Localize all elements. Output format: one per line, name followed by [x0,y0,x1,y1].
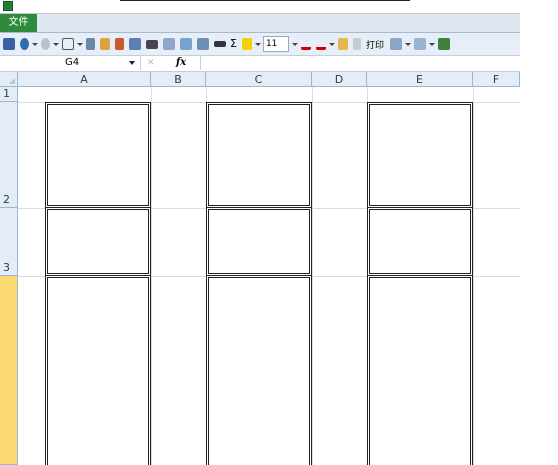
print-icon[interactable] [352,38,361,50]
merge-icon[interactable] [214,41,226,47]
gridline [151,87,152,465]
gridline [473,87,474,465]
row-header-2[interactable]: 2 [0,102,18,208]
bordered-cell-c2[interactable] [206,102,312,208]
sort-icon[interactable] [180,38,192,50]
redo-dropdown-icon[interactable] [53,42,59,46]
save-icon[interactable] [3,38,15,50]
font-color-dropdown-icon[interactable] [328,42,335,46]
paste-icon[interactable] [389,38,402,50]
column-header-d[interactable]: D [312,72,367,87]
align-icon[interactable] [146,39,158,49]
name-box[interactable]: G4 [0,56,141,70]
select-all-corner[interactable] [0,72,18,87]
shape-dropdown-icon[interactable] [428,42,435,46]
bordered-cell-e4[interactable] [367,275,473,465]
quick-access-toolbar: Σ 11 打印 [0,33,520,56]
ribbon-tab-bar: 文件 [0,14,520,33]
redo-icon[interactable] [41,38,50,50]
formula-bar: G4 ✕ fx [0,56,520,72]
formula-cancel-icon: ✕ [147,58,155,68]
excel-window: 文件 Σ 11 打印 G4 ✕ fx A B C D E F 1 2 3 [0,0,520,465]
paste-dropdown-icon[interactable] [404,42,411,46]
chevron-down-icon[interactable] [129,61,135,65]
gridline [312,87,313,465]
borders-dropdown-icon[interactable] [77,42,83,46]
picture-icon[interactable] [437,38,450,50]
table-icon[interactable] [129,38,141,50]
row-header-4[interactable] [0,276,18,465]
copy-icon[interactable] [337,38,348,50]
bordered-cell-e2[interactable] [367,102,473,208]
borders-icon[interactable] [62,38,74,50]
column-header-c[interactable]: C [206,72,312,87]
title-bar [0,0,520,14]
print-preview-icon[interactable] [100,38,110,50]
insert-function-button[interactable]: fx [176,56,186,70]
bordered-cell-a3[interactable] [45,207,151,276]
row-header-1[interactable]: 1 [0,87,18,102]
shape-icon[interactable] [413,38,426,50]
chart-icon[interactable] [163,38,175,50]
column-header-e[interactable]: E [367,72,473,87]
undo-dropdown-icon[interactable] [32,42,38,46]
row-header-3[interactable]: 3 [0,208,18,276]
formula-input[interactable] [200,56,520,70]
tab-file[interactable]: 文件 [0,14,37,32]
column-header-f[interactable]: F [473,72,520,87]
fill-color-icon[interactable] [241,38,252,50]
print-label[interactable]: 打印 [366,38,384,51]
excel-app-icon[interactable] [3,1,13,11]
column-header-a[interactable]: A [18,72,151,87]
filter-icon[interactable] [197,38,209,50]
bordered-cell-c3[interactable] [206,207,312,276]
bordered-cell-a4[interactable] [45,275,151,465]
font-size-dropdown-icon[interactable] [291,42,298,46]
bordered-cell-e3[interactable] [367,207,473,276]
brush-icon[interactable] [115,38,124,50]
bordered-cell-a2[interactable] [45,102,151,208]
sum-icon[interactable]: Σ [230,38,237,50]
bordered-cell-c4[interactable] [206,275,312,465]
title-divider [120,0,410,1]
font-color-alt-icon[interactable] [315,39,326,50]
fill-color-dropdown-icon[interactable] [254,42,261,46]
format-painter-icon[interactable] [86,38,95,50]
column-header-b[interactable]: B [151,72,206,87]
font-size-field[interactable]: 11 [262,36,289,52]
font-color-icon[interactable] [300,39,311,50]
name-box-value: G4 [65,57,80,68]
undo-icon[interactable] [20,38,29,50]
